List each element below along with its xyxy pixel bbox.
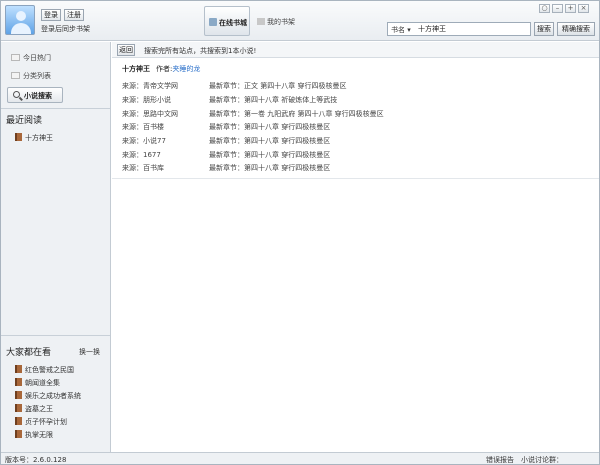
popular-book-item[interactable]: 朝闻道全集 <box>15 378 60 388</box>
sidebar-item-category-list[interactable]: 分类列表 <box>11 71 51 81</box>
book-title: 执掌无限 <box>25 431 53 439</box>
book-icon <box>15 430 22 438</box>
today-hot-icon <box>11 54 20 61</box>
minimize-button[interactable]: – <box>552 4 563 13</box>
latest-chapter[interactable]: 最新章节：正文 第四十八章 穿行四极核曼区 <box>209 81 346 91</box>
results-toolbar: 返回 搜索完所有站点，共搜索到1本小说! <box>112 42 599 58</box>
login-button[interactable]: 登录 <box>41 9 61 21</box>
book-title: 十方神王 <box>25 134 53 142</box>
search-button[interactable]: 搜索 <box>534 22 554 36</box>
tab-shelf-label: 我的书架 <box>267 18 295 26</box>
skin-button[interactable]: ○ <box>539 4 550 13</box>
search-scope-dropdown[interactable]: 书名 ▾ <box>391 25 411 35</box>
popular-book-item[interactable]: 红色警戒之民国 <box>15 365 74 375</box>
recent-reading-title: 最近阅读 <box>6 116 43 126</box>
latest-chapter[interactable]: 最新章节：第四十八章 穿行四极核曼区 <box>209 150 330 160</box>
book-icon <box>15 404 22 412</box>
result-book-name[interactable]: 十方神王 <box>122 65 150 73</box>
book-icon <box>15 417 22 425</box>
source-row[interactable]: 来源：百书库 最新章节：第四十八章 穿行四极核曼区 <box>122 163 592 173</box>
source-row[interactable]: 来源：1677 最新章节：第四十八章 穿行四极核曼区 <box>122 150 592 160</box>
login-hint-text: 登录后同步书架 <box>41 25 90 33</box>
tab-online-label: 在线书城 <box>219 19 247 27</box>
bookshelf-icon <box>257 18 265 25</box>
error-report-link[interactable]: 错误报告 <box>486 455 514 465</box>
source-name: 来源：思路中文网 <box>122 110 178 118</box>
source-row[interactable]: 来源：青帝文学网 最新章节：正文 第四十八章 穿行四极核曼区 <box>122 81 592 91</box>
latest-chapter[interactable]: 最新章节：第四十八章 祈破炼体上等武技 <box>209 95 337 105</box>
popular-book-item[interactable]: 娱乐之成功者系统 <box>15 391 81 401</box>
result-book-header: 十方神王 作者:夹睡的龙 <box>122 64 200 74</box>
source-name: 来源：小说77 <box>122 137 166 145</box>
book-icon <box>15 133 22 141</box>
divider <box>1 108 110 109</box>
sidebar: 今日热门 分类列表 小说搜索 最近阅读 十方神王 大家都在看 换一换 红色警戒之… <box>1 42 111 452</box>
close-button[interactable]: × <box>578 4 589 13</box>
popular-book-item[interactable]: 执掌无限 <box>15 430 53 440</box>
maximize-button[interactable]: + <box>565 4 576 13</box>
latest-chapter[interactable]: 最新章节：第四十八章 穿行四极核曼区 <box>209 122 330 132</box>
source-name: 来源：百书楼 <box>122 123 164 131</box>
search-box: 书名 ▾ <box>387 22 531 36</box>
sidebar-item-label: 小说搜索 <box>24 92 52 100</box>
book-title: 盗墓之王 <box>25 405 53 413</box>
latest-chapter[interactable]: 最新章节：第四十八章 穿行四极核曼区 <box>209 136 330 146</box>
sidebar-item-today-hot[interactable]: 今日热门 <box>11 53 51 63</box>
avatar-head-shape <box>16 11 26 21</box>
main-panel: 返回 搜索完所有站点，共搜索到1本小说! 十方神王 作者:夹睡的龙 来源：青帝文学… <box>112 42 599 452</box>
tab-online-bookstore[interactable]: 在线书城 <box>204 6 250 36</box>
author-name[interactable]: 夹睡的龙 <box>172 65 200 73</box>
latest-chapter[interactable]: 最新章节：第四十八章 穿行四极核曼区 <box>209 163 330 173</box>
tab-my-bookshelf[interactable]: 我的书架 <box>257 17 295 27</box>
source-row[interactable]: 来源：朋形小说 最新章节：第四十八章 祈破炼体上等武技 <box>122 95 592 105</box>
popular-book-item[interactable]: 贞子怀孕计划 <box>15 417 67 427</box>
popular-book-item[interactable]: 盗墓之王 <box>15 404 53 414</box>
source-name: 来源：朋形小说 <box>122 96 171 104</box>
book-icon <box>15 365 22 373</box>
recent-book-item[interactable]: 十方神王 <box>15 133 53 143</box>
latest-chapter[interactable]: 最新章节：第一卷 九阳武府 第四十八章 穿行四极核曼区 <box>209 109 384 119</box>
back-button[interactable]: 返回 <box>117 44 135 56</box>
register-button[interactable]: 注册 <box>64 9 84 21</box>
book-title: 贞子怀孕计划 <box>25 418 67 426</box>
book-title: 红色警戒之民国 <box>25 366 74 374</box>
status-bar: 版本号：2.6.0.128 错误报告 小说讨论群：150590699 <box>1 452 599 464</box>
source-row[interactable]: 来源：小说77 最新章节：第四十八章 穿行四极核曼区 <box>122 136 592 146</box>
book-icon <box>15 378 22 386</box>
change-batch-button[interactable]: 换一换 <box>79 347 100 357</box>
source-name: 来源：青帝文学网 <box>122 82 178 90</box>
avatar-body-shape <box>11 23 31 34</box>
app-window: 登录 注册 登录后同步书架 在线书城 我的书架 ○ – + × 书名 ▾ 搜索 … <box>0 0 600 465</box>
precise-search-button[interactable]: 精确搜索 <box>557 22 595 36</box>
header-bar: 登录 注册 登录后同步书架 在线书城 我的书架 ○ – + × 书名 ▾ 搜索 … <box>1 1 599 41</box>
book-title: 娱乐之成功者系统 <box>25 392 81 400</box>
author-label: 作者: <box>156 65 173 73</box>
sidebar-item-novel-search[interactable]: 小说搜索 <box>7 87 63 103</box>
book-icon <box>15 391 22 399</box>
popular-title: 大家都在看 <box>6 348 52 358</box>
search-input[interactable] <box>418 24 528 34</box>
divider <box>112 178 599 179</box>
category-icon <box>11 72 20 79</box>
source-name: 来源：1677 <box>122 151 161 159</box>
version-text: 版本号：2.6.0.128 <box>5 456 67 464</box>
forum-group-text: 小说讨论群：150590699 <box>521 456 563 464</box>
sidebar-item-label: 今日热门 <box>23 54 51 62</box>
source-row[interactable]: 来源：思路中文网 最新章节：第一卷 九阳武府 第四十八章 穿行四极核曼区 <box>122 109 592 119</box>
search-status-text: 搜索完所有站点，共搜索到1本小说! <box>144 47 257 55</box>
search-icon <box>13 91 20 98</box>
bookstore-icon <box>209 18 217 26</box>
source-name: 来源：百书库 <box>122 164 164 172</box>
book-title: 朝闻道全集 <box>25 379 60 387</box>
avatar[interactable] <box>5 5 35 35</box>
divider <box>1 335 110 336</box>
sidebar-item-label: 分类列表 <box>23 72 51 80</box>
source-row[interactable]: 来源：百书楼 最新章节：第四十八章 穿行四极核曼区 <box>122 122 592 132</box>
